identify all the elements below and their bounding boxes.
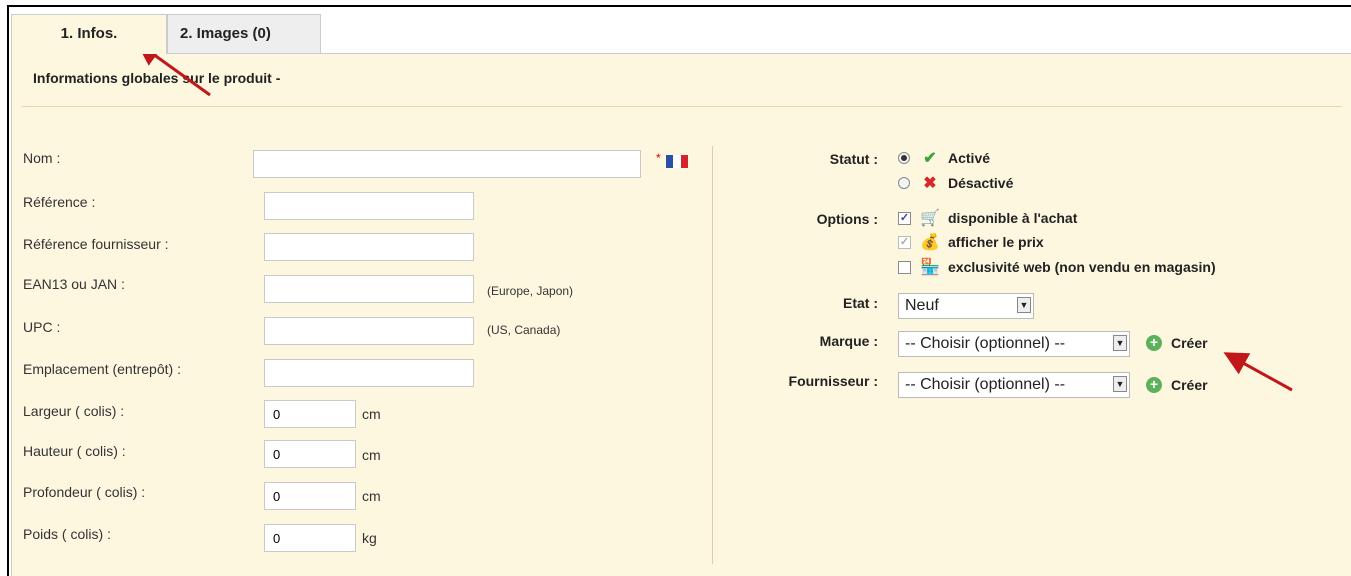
etat-label: Etat : xyxy=(843,295,878,311)
marque-label: Marque : xyxy=(819,333,878,349)
reference-input[interactable] xyxy=(264,192,474,220)
fournisseur-select-value: -- Choisir (optionnel) -- xyxy=(905,376,1066,393)
chevron-down-icon: ▼ xyxy=(1113,335,1127,351)
section-title: Informations globales sur le produit - xyxy=(33,70,281,86)
required-mark: * xyxy=(656,151,661,165)
web-shop-icon: 🏪 xyxy=(920,259,940,276)
statut-inactive-label: Désactivé xyxy=(948,175,1014,191)
upc-label: UPC : xyxy=(23,319,61,335)
poids-unit: kg xyxy=(362,530,377,546)
fournisseur-select[interactable]: -- Choisir (optionnel) -- ▼ xyxy=(898,372,1130,398)
option-exclusivite-web[interactable]: 🏪 exclusivité web (non vendu en magasin) xyxy=(898,257,1216,277)
ref-fournisseur-label: Référence fournisseur : xyxy=(23,236,169,252)
option-afficher-prix-label: afficher le prix xyxy=(948,234,1044,250)
largeur-unit: cm xyxy=(362,406,381,422)
option-disponible[interactable]: ✓ 🛒 disponible à l'achat xyxy=(898,208,1077,228)
chevron-down-icon: ▼ xyxy=(1017,297,1031,313)
option-disponible-label: disponible à l'achat xyxy=(948,210,1078,226)
cross-icon: ✖ xyxy=(923,175,937,192)
option-disponible-checkbox[interactable]: ✓ xyxy=(898,211,911,225)
etat-select[interactable]: Neuf ▼ xyxy=(898,293,1034,319)
fournisseur-label: Fournisseur : xyxy=(788,373,878,389)
statut-label: Statut : xyxy=(829,151,878,167)
create-marque-label: Créer xyxy=(1171,335,1208,351)
plus-icon: + xyxy=(1146,377,1162,393)
ean13-hint: (Europe, Japon) xyxy=(487,284,574,298)
largeur-label: Largeur ( colis) : xyxy=(23,403,125,419)
hauteur-input[interactable] xyxy=(264,440,356,468)
options-label: Options : xyxy=(816,211,878,227)
option-exclusivite-web-checkbox[interactable] xyxy=(898,260,911,274)
statut-active-label: Activé xyxy=(948,150,991,166)
section-divider xyxy=(22,106,1342,107)
statut-active-option[interactable]: ✔ Activé xyxy=(898,148,990,168)
coins-icon: 💰 xyxy=(920,234,940,251)
create-fournisseur-button[interactable]: + Créer xyxy=(1146,377,1208,393)
statut-active-radio[interactable] xyxy=(898,152,910,164)
option-afficher-prix-checkbox[interactable]: ✓ xyxy=(898,235,911,249)
nom-label: Nom : xyxy=(23,150,61,166)
profondeur-unit: cm xyxy=(362,488,381,504)
poids-label: Poids ( colis) : xyxy=(23,526,111,542)
column-divider xyxy=(712,146,713,564)
largeur-input[interactable] xyxy=(264,400,356,428)
ean13-input[interactable] xyxy=(264,275,474,303)
cart-icon: 🛒 xyxy=(920,210,940,227)
marque-select[interactable]: -- Choisir (optionnel) -- ▼ xyxy=(898,331,1130,357)
upc-input[interactable] xyxy=(264,317,474,345)
statut-inactive-option[interactable]: ✖ Désactivé xyxy=(898,173,1013,193)
marque-select-value: -- Choisir (optionnel) -- xyxy=(905,335,1066,352)
nom-input[interactable] xyxy=(253,150,641,178)
create-fournisseur-label: Créer xyxy=(1171,377,1208,393)
product-info-panel: Informations globales sur le produit - xyxy=(11,53,1351,576)
ean13-label: EAN13 ou JAN : xyxy=(23,276,125,292)
upc-hint: (US, Canada) xyxy=(487,323,561,337)
etat-select-value: Neuf xyxy=(905,297,939,314)
hauteur-label: Hauteur ( colis) : xyxy=(23,443,126,459)
option-afficher-prix[interactable]: ✓ 💰 afficher le prix xyxy=(898,232,1044,252)
profondeur-input[interactable] xyxy=(264,482,356,510)
emplacement-label: Emplacement (entrepôt) : xyxy=(23,361,181,377)
french-flag-icon[interactable] xyxy=(666,155,688,168)
profondeur-label: Profondeur ( colis) : xyxy=(23,484,146,500)
statut-inactive-radio[interactable] xyxy=(898,177,910,189)
ref-fournisseur-input[interactable] xyxy=(264,233,474,261)
create-marque-button[interactable]: + Créer xyxy=(1146,335,1208,351)
poids-input[interactable] xyxy=(264,524,356,552)
tab-infos[interactable]: 1. Infos. xyxy=(11,14,167,54)
hauteur-unit: cm xyxy=(362,447,381,463)
chevron-down-icon: ▼ xyxy=(1113,376,1127,392)
reference-label: Référence : xyxy=(23,194,96,210)
plus-icon: + xyxy=(1146,335,1162,351)
check-icon: ✔ xyxy=(923,150,937,167)
option-exclusivite-web-label: exclusivité web (non vendu en magasin) xyxy=(948,259,1216,275)
tab-images[interactable]: 2. Images (0) xyxy=(167,14,321,54)
emplacement-input[interactable] xyxy=(264,359,474,387)
